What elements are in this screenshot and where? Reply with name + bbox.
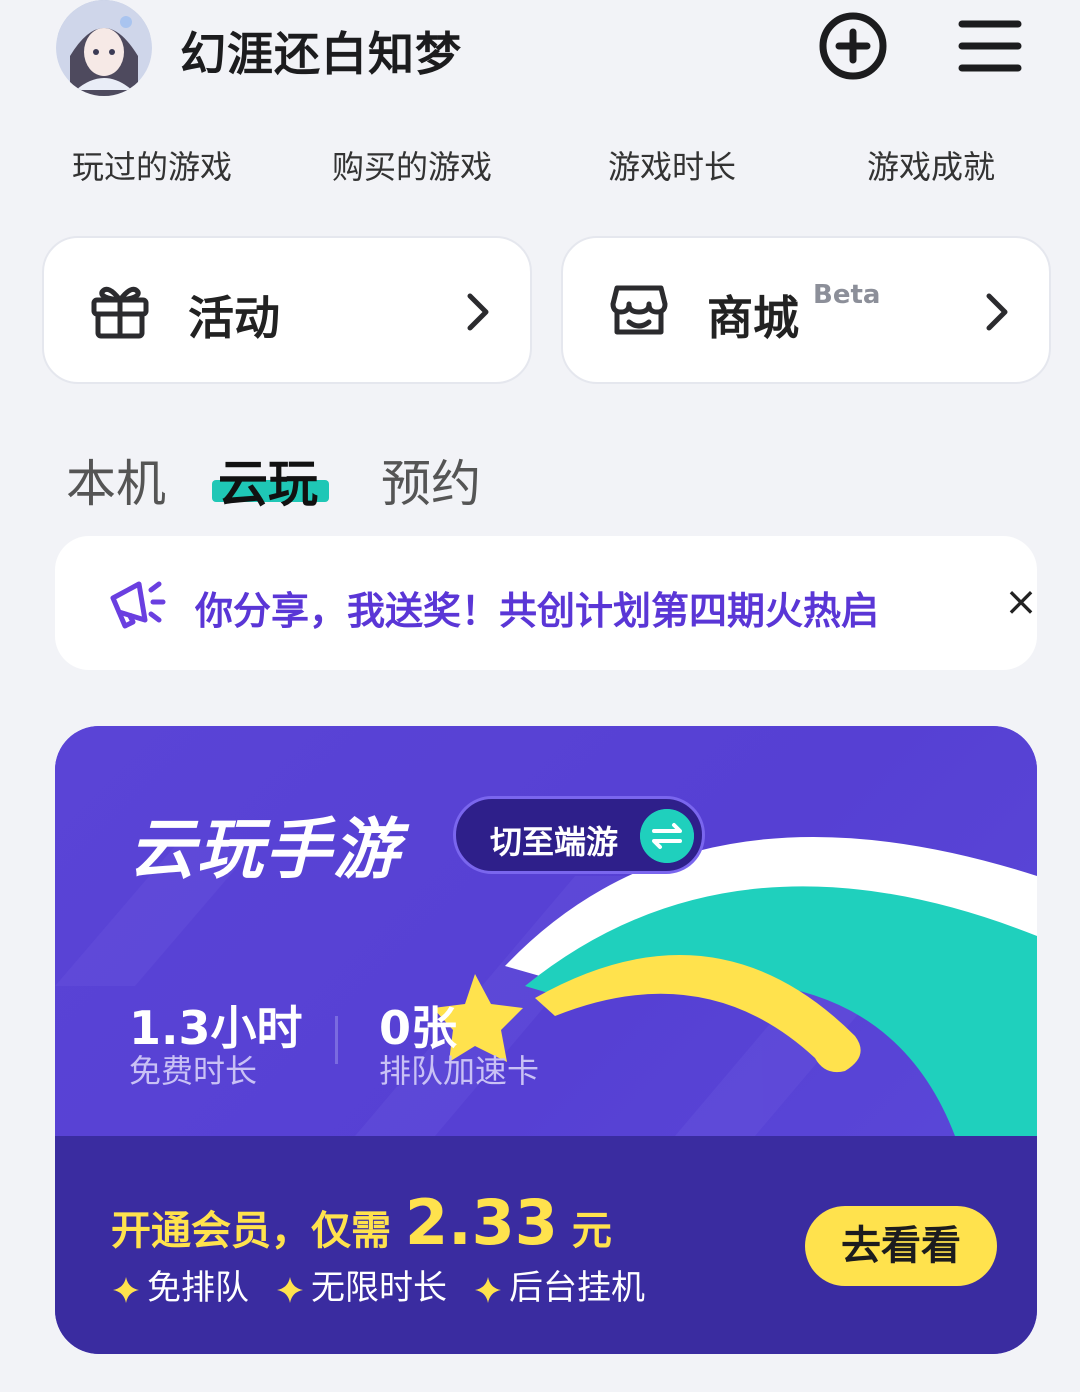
queue-card-label: 排队加速卡: [379, 1052, 540, 1090]
switch-to-pc-button[interactable]: 切至端游: [453, 796, 705, 874]
cloud-play-page: 幻涯还白知梦 玩过的游戏 购买的游戏 游戏时长 游戏成就 活动 商城 Beta …: [0, 0, 1080, 1392]
add-button[interactable]: [817, 10, 889, 82]
activity-card[interactable]: 活动: [42, 236, 532, 384]
store-card[interactable]: 商城 Beta: [561, 236, 1051, 384]
purchased-games-link[interactable]: 购买的游戏: [332, 142, 492, 188]
promo-unit: 元: [571, 1208, 612, 1254]
chevron-right-icon: [467, 293, 489, 331]
perk-label: 免排队: [147, 1268, 249, 1308]
stat-divider: [335, 1016, 338, 1064]
perk-item: 后台挂机: [473, 1260, 645, 1309]
go-see-button[interactable]: 去看看: [805, 1206, 997, 1286]
hamburger-menu-icon: [958, 20, 1022, 72]
menu-button[interactable]: [954, 10, 1026, 82]
perk-label: 后台挂机: [509, 1268, 645, 1308]
tab-local[interactable]: 本机: [66, 444, 166, 516]
chevron-right-icon: [986, 293, 1008, 331]
notice-close-button[interactable]: ×: [999, 580, 1037, 624]
plus-circle-icon: [819, 12, 887, 80]
activity-label: 活动: [188, 291, 280, 345]
promo-prefix: 开通会员，仅需: [111, 1208, 391, 1254]
perk-item: 无限时长: [275, 1260, 447, 1309]
promo-price: 2.33: [404, 1186, 558, 1259]
swap-arrows-icon: [640, 809, 694, 863]
notice-text: 你分享，我送奖！共创计划第四期火热启: [195, 589, 880, 633]
cloud-play-card: 云玩手游 切至端游 1.3小时 免费时长 0张 排队加速卡 开通会员，仅需 2.…: [55, 726, 1037, 1354]
tab-cloud[interactable]: 云玩: [218, 444, 318, 516]
beta-badge: Beta: [813, 280, 881, 310]
notice-fade: [925, 566, 985, 636]
switch-label: 切至端游: [490, 823, 619, 861]
achievements-link[interactable]: 游戏成就: [867, 142, 995, 188]
store-label: 商城: [707, 291, 799, 345]
sparkle-icon: [475, 1276, 501, 1303]
cloud-title: 云玩手游: [129, 811, 401, 888]
played-games-link[interactable]: 玩过的游戏: [72, 142, 232, 188]
membership-promo: 开通会员，仅需 2.33 元 免排队 无限时长 后台挂机 去看看: [55, 1136, 1037, 1354]
avatar-image: [56, 0, 152, 96]
free-time-label: 免费时长: [129, 1052, 258, 1090]
store-icon: [610, 285, 668, 335]
gift-icon: [91, 286, 149, 339]
stat-links: 玩过的游戏 购买的游戏 游戏时长 游戏成就: [0, 142, 1080, 186]
tab-reserve[interactable]: 预约: [381, 444, 481, 516]
username: 幻涯还白知梦: [180, 27, 462, 81]
sparkle-icon: [277, 1276, 303, 1303]
perk-label: 无限时长: [311, 1268, 447, 1308]
perk-item: 免排队: [111, 1260, 249, 1309]
play-time-link[interactable]: 游戏时长: [608, 142, 736, 188]
promo-text: 开通会员，仅需 2.33 元: [111, 1186, 612, 1259]
sparkle-icon: [113, 1276, 139, 1303]
notice-banner[interactable]: 你分享，我送奖！共创计划第四期火热启 ×: [55, 536, 1037, 670]
avatar[interactable]: [56, 0, 152, 96]
megaphone-icon: [110, 581, 166, 629]
